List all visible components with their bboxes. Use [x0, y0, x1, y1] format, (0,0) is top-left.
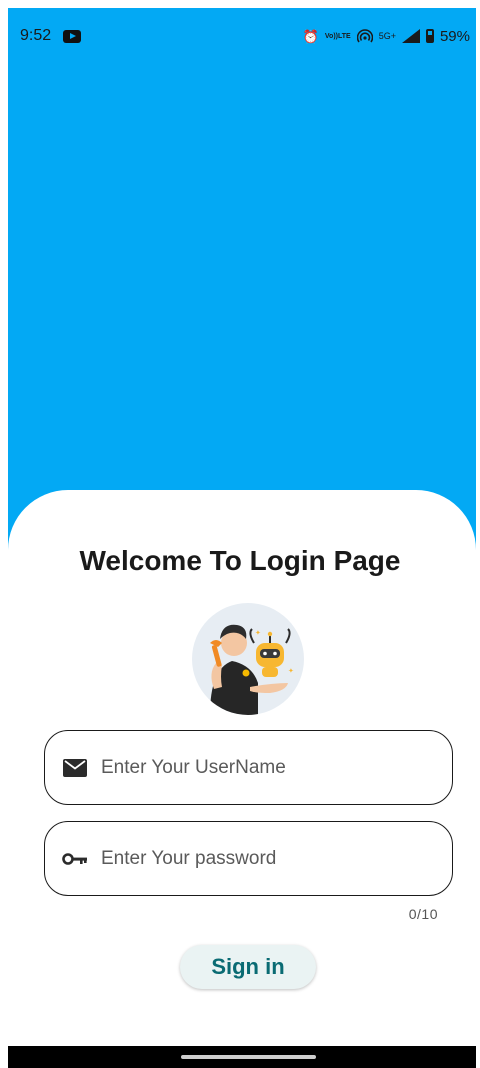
svg-text:✦: ✦ — [255, 629, 261, 637]
password-char-counter: 0/10 — [408, 906, 438, 922]
status-time: 9:52 — [20, 27, 52, 44]
login-screen: 9:52 ⏰ Vo)) LTE 5G+ 59% Welcome To Login — [0, 0, 480, 1068]
volte-icon: Vo)) LTE — [325, 33, 351, 40]
navigation-bar — [8, 1046, 476, 1068]
home-gesture-handle[interactable] — [181, 1055, 316, 1059]
username-field[interactable] — [44, 730, 453, 805]
username-input[interactable] — [99, 755, 419, 780]
alarm-icon: ⏰ — [302, 28, 319, 44]
volte-bottom-text: LTE — [338, 32, 351, 40]
avatar-illustration: ✦ ✦ — [192, 603, 304, 715]
battery-icon — [425, 29, 434, 43]
signal-icon — [401, 29, 420, 43]
password-input[interactable] — [99, 846, 419, 871]
hotspot-icon — [356, 29, 373, 43]
svg-text:✦: ✦ — [288, 667, 294, 675]
status-right: ⏰ Vo)) LTE 5G+ 59% — [303, 28, 470, 45]
page-title: Welcome To Login Page — [79, 545, 401, 576]
header-background — [8, 8, 476, 568]
network-type: 5G+ — [378, 31, 396, 41]
email-icon — [57, 758, 93, 777]
password-field[interactable] — [44, 821, 453, 896]
key-icon — [57, 852, 93, 866]
sign-in-button[interactable]: Sign in — [180, 945, 316, 989]
status-left: 9:52 — [20, 27, 82, 45]
youtube-icon — [63, 29, 82, 43]
battery-percent: 59% — [439, 27, 470, 45]
volte-top-text: Vo)) — [324, 32, 338, 40]
status-bar: 9:52 ⏰ Vo)) LTE 5G+ 59% — [8, 8, 476, 64]
